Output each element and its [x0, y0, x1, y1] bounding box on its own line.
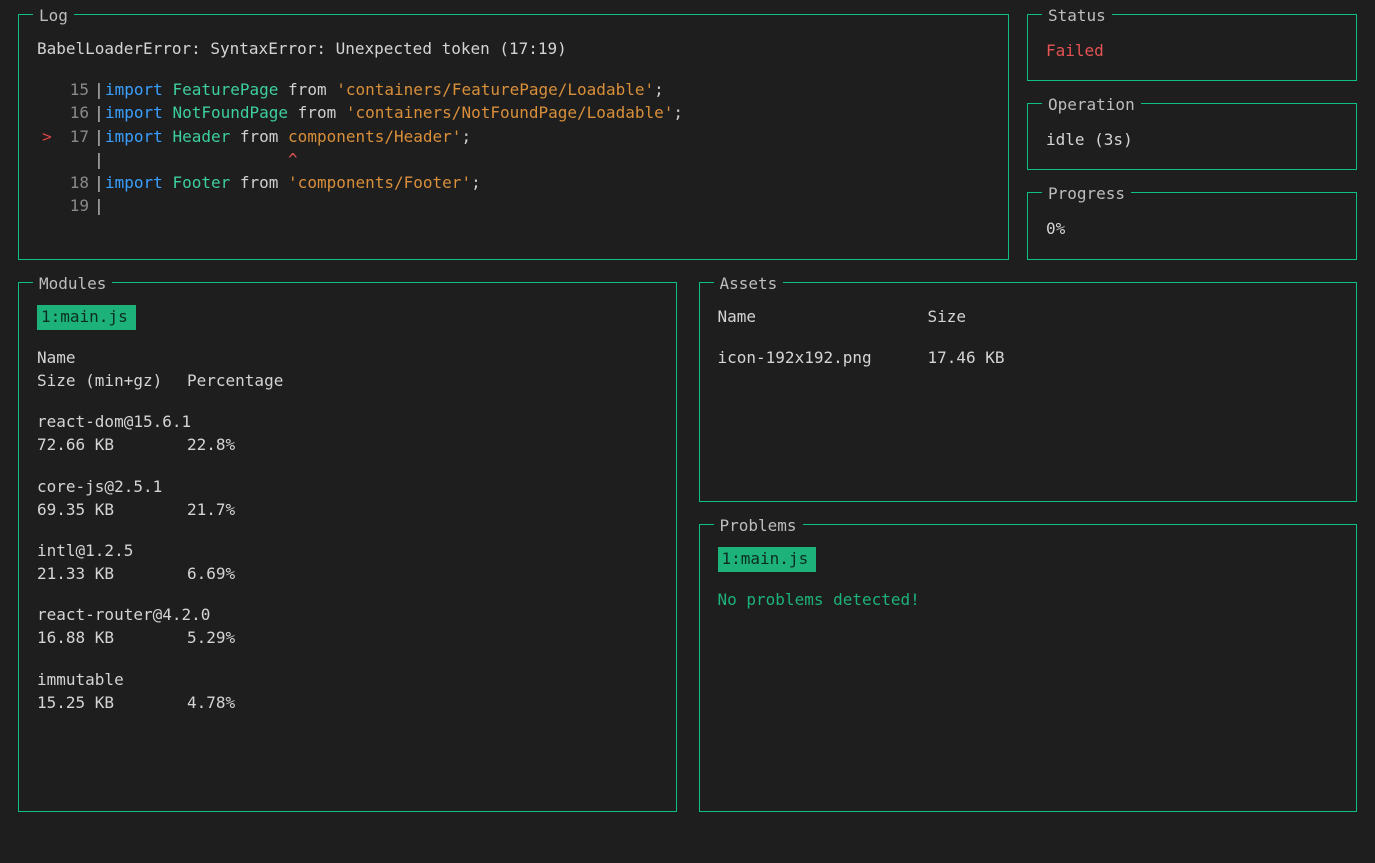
- module-size: 69.35 KB: [37, 498, 187, 521]
- modules-badge: 1:main.js: [37, 305, 136, 330]
- error-marker-icon: >: [37, 125, 57, 148]
- module-percentage: 22.8%: [187, 433, 307, 456]
- code-content: import Footer from 'components/Footer';: [105, 171, 990, 194]
- problems-message: No problems detected!: [718, 588, 1339, 611]
- gutter-pipe: |: [93, 171, 105, 194]
- code-content: import FeaturePage from 'containers/Feat…: [105, 78, 990, 101]
- line-number: 19: [57, 194, 93, 217]
- modules-col-size: Size (min+gz): [37, 369, 187, 392]
- modules-column-headings: Name Size (min+gz) Percentage: [37, 346, 658, 392]
- line-number: 18: [57, 171, 93, 194]
- assets-column-headings: Name Size: [718, 305, 1339, 328]
- operation-value: idle (3s): [1046, 118, 1338, 151]
- module-item: immutable15.25 KB4.78%: [37, 668, 658, 714]
- line-number: 15: [57, 78, 93, 101]
- module-size: 16.88 KB: [37, 626, 187, 649]
- progress-panel: Progress 0%: [1027, 192, 1357, 259]
- status-value: Failed: [1046, 29, 1338, 62]
- assets-panel: Assets Name Size icon-192x192.png17.46 K…: [699, 282, 1358, 502]
- module-name: react-dom@15.6.1: [37, 410, 658, 433]
- asset-name: icon-192x192.png: [718, 346, 928, 369]
- module-item: core-js@2.5.169.35 KB21.7%: [37, 475, 658, 521]
- status-column: Status Failed Operation idle (3s) Progre…: [1027, 14, 1357, 260]
- gutter-pipe: |: [93, 78, 105, 101]
- module-item: react-dom@15.6.172.66 KB22.8%: [37, 410, 658, 456]
- log-legend: Log: [33, 4, 74, 27]
- module-name: react-router@4.2.0: [37, 603, 658, 626]
- code-line: >17|import Header from components/Header…: [37, 125, 990, 148]
- gutter-pipe: |: [93, 101, 105, 124]
- code-line: 19|: [37, 194, 990, 217]
- line-number: 16: [57, 101, 93, 124]
- code-content: import NotFoundPage from 'containers/Not…: [105, 101, 990, 124]
- module-name: immutable: [37, 668, 658, 691]
- line-number: 17: [57, 125, 93, 148]
- code-line: 18|import Footer from 'components/Footer…: [37, 171, 990, 194]
- progress-value: 0%: [1046, 207, 1338, 240]
- modules-panel: Modules 1:main.js Name Size (min+gz) Per…: [18, 282, 677, 812]
- status-legend: Status: [1042, 4, 1112, 27]
- problems-panel: Problems 1:main.js No problems detected!: [699, 524, 1358, 812]
- gutter-pipe: |: [93, 125, 105, 148]
- module-percentage: 6.69%: [187, 562, 307, 585]
- problems-legend: Problems: [714, 514, 803, 537]
- caret-icon: ^: [288, 148, 298, 171]
- operation-panel: Operation idle (3s): [1027, 103, 1357, 170]
- module-name: core-js@2.5.1: [37, 475, 658, 498]
- modules-list: react-dom@15.6.172.66 KB22.8% core-js@2.5…: [37, 410, 658, 714]
- caret-line: | ^: [37, 148, 990, 171]
- asset-size: 17.46 KB: [928, 346, 1339, 369]
- module-percentage: 4.78%: [187, 691, 307, 714]
- module-size: 21.33 KB: [37, 562, 187, 585]
- modules-col-name: Name: [37, 346, 658, 369]
- problems-badge: 1:main.js: [718, 547, 817, 572]
- module-item: intl@1.2.521.33 KB6.69%: [37, 539, 658, 585]
- module-percentage: 21.7%: [187, 498, 307, 521]
- code-line: 16|import NotFoundPage from 'containers/…: [37, 101, 990, 124]
- progress-legend: Progress: [1042, 182, 1131, 205]
- assets-col-name: Name: [718, 305, 928, 328]
- module-item: react-router@4.2.016.88 KB5.29%: [37, 603, 658, 649]
- modules-legend: Modules: [33, 272, 112, 295]
- module-name: intl@1.2.5: [37, 539, 658, 562]
- assets-list: icon-192x192.png17.46 KB: [718, 346, 1339, 369]
- modules-col-pct: Percentage: [187, 369, 307, 392]
- module-size: 72.66 KB: [37, 433, 187, 456]
- log-error-header: BabelLoaderError: SyntaxError: Unexpecte…: [37, 37, 990, 60]
- code-content: import Header from components/Header';: [105, 125, 990, 148]
- code-line: 15|import FeaturePage from 'containers/F…: [37, 78, 990, 101]
- operation-legend: Operation: [1042, 93, 1141, 116]
- gutter-pipe: |: [93, 194, 105, 217]
- assets-col-size: Size: [928, 305, 1339, 328]
- assets-legend: Assets: [714, 272, 784, 295]
- module-size: 15.25 KB: [37, 691, 187, 714]
- log-code-block: 15|import FeaturePage from 'containers/F…: [37, 78, 990, 217]
- log-panel: Log BabelLoaderError: SyntaxError: Unexp…: [18, 14, 1009, 260]
- module-percentage: 5.29%: [187, 626, 307, 649]
- status-panel: Status Failed: [1027, 14, 1357, 81]
- asset-item: icon-192x192.png17.46 KB: [718, 346, 1339, 369]
